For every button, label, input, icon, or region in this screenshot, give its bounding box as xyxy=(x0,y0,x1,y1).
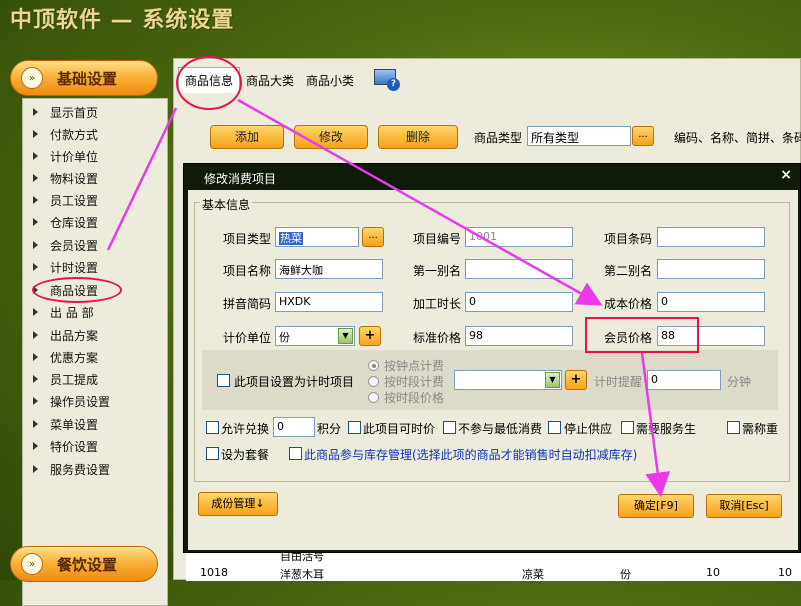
arrow-to-confirm xyxy=(640,352,671,498)
arrow-sidebar-to-tab xyxy=(106,107,178,251)
arrow-tab-to-field xyxy=(237,98,603,306)
annotation-arrows xyxy=(106,98,671,498)
